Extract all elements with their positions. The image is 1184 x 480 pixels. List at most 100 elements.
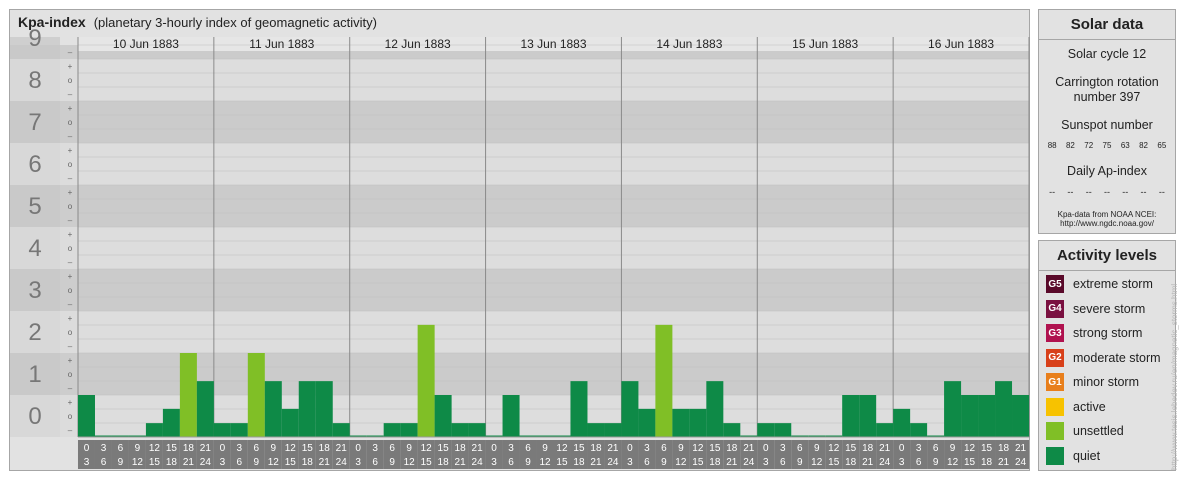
interval-end: 12: [811, 457, 823, 468]
interval-start: 12: [964, 443, 976, 454]
y-tick-label: 4: [28, 235, 41, 262]
interval-start: 12: [556, 443, 568, 454]
sunspot-value: 65: [1157, 141, 1167, 150]
legend-label: moderate storm: [1073, 350, 1161, 365]
third-label: –: [68, 258, 73, 267]
kp-bar: [383, 423, 401, 437]
interval-end: 18: [302, 457, 314, 468]
interval-end: 6: [101, 457, 107, 468]
interval-start: 12: [828, 443, 840, 454]
interval-start: 3: [508, 443, 514, 454]
solar-data-title: Solar data: [1039, 10, 1175, 40]
interval-start: 6: [933, 443, 939, 454]
ap-value: --: [1103, 187, 1110, 197]
interval-end: 12: [539, 457, 551, 468]
interval-start: 12: [692, 443, 704, 454]
interval-start: 3: [237, 443, 243, 454]
third-label: o: [68, 286, 73, 295]
legend-swatch: G3: [1046, 324, 1064, 342]
kp-bar: [145, 423, 163, 437]
interval-end: 24: [336, 457, 348, 468]
interval-start: 21: [200, 443, 212, 454]
kp-bar: [723, 423, 741, 437]
kp-bar: [213, 423, 231, 437]
legend-label: quiet: [1073, 448, 1101, 463]
source-line1: Kpa-data from NOAA NCEI:: [1057, 210, 1157, 219]
third-label: +: [68, 356, 73, 365]
interval-end: 24: [200, 457, 212, 468]
interval-end: 21: [455, 457, 467, 468]
kp-bar: [400, 423, 418, 437]
activity-levels-panel: Activity levels G5 extreme storm G4 severe …: [1038, 240, 1176, 471]
y-tick-label: 3: [28, 277, 41, 304]
ap-values: -- -- -- -- -- -- --: [1039, 187, 1175, 197]
interval-start: 0: [491, 443, 497, 454]
sunspot-value: 72: [1084, 141, 1094, 150]
interval-start: 21: [1015, 443, 1027, 454]
y-tick-label: 7: [28, 109, 41, 136]
interval-start: 6: [525, 443, 531, 454]
third-label: +: [68, 104, 73, 113]
kp-bar: [502, 395, 520, 437]
day-label: 11 Jun 1883: [249, 37, 314, 51]
interval-start: 15: [438, 443, 450, 454]
interval-end: 18: [709, 457, 721, 468]
third-label: o: [68, 370, 73, 379]
kp-bar: [910, 423, 928, 437]
interval-start: 9: [814, 443, 820, 454]
interval-start: 12: [149, 443, 161, 454]
interval-end: 9: [661, 457, 667, 468]
interval-start: 0: [84, 443, 90, 454]
interval-start: 3: [916, 443, 922, 454]
interval-start: 9: [406, 443, 412, 454]
interval-end: 6: [372, 457, 378, 468]
third-label: o: [68, 202, 73, 211]
day-label: 16 Jun 1883: [928, 37, 994, 51]
third-label: o: [68, 160, 73, 169]
third-label: –: [68, 48, 73, 57]
interval-start: 18: [862, 443, 874, 454]
interval-end: 12: [675, 457, 687, 468]
source-link[interactable]: http://www.ngdc.noaa.gov/: [1039, 219, 1175, 228]
interval-end: 15: [421, 457, 433, 468]
legend-item: G4 severe storm: [1046, 299, 1145, 319]
third-label: –: [68, 174, 73, 183]
interval-start: 21: [879, 443, 891, 454]
kp-bar: [655, 324, 673, 437]
kp-bar: [315, 381, 333, 437]
third-label: –: [68, 300, 73, 309]
interval-end: 3: [220, 457, 226, 468]
y-tick-label: 2: [28, 319, 41, 346]
interval-start: 21: [607, 443, 619, 454]
third-label: o: [68, 328, 73, 337]
interval-start: 6: [389, 443, 395, 454]
interval-end: 21: [183, 457, 195, 468]
interval-start: 9: [678, 443, 684, 454]
interval-end: 21: [862, 457, 874, 468]
legend-label: extreme storm: [1073, 277, 1153, 291]
third-label: o: [68, 76, 73, 85]
interval-start: 6: [254, 443, 260, 454]
interval-end: 12: [268, 457, 280, 468]
interval-end: 3: [491, 457, 497, 468]
legend-item: G1 minor storm: [1046, 372, 1139, 392]
interval-end: 18: [438, 457, 450, 468]
legend-item: quiet: [1046, 446, 1100, 466]
third-label: –: [68, 384, 73, 393]
kp-bar: [230, 423, 248, 437]
interval-start: 9: [542, 443, 548, 454]
third-label: –: [68, 342, 73, 351]
y-tick-label: 1: [28, 361, 41, 388]
legend-label: unsettled: [1073, 424, 1124, 438]
kp-index-panel: Kpa-index (planetary 3-hourly index of ge…: [9, 9, 1030, 471]
activity-levels-title: Activity levels: [1039, 241, 1175, 271]
y-tick-label: 0: [28, 403, 41, 430]
sunspot-value: 82: [1065, 141, 1075, 150]
interval-start: 18: [319, 443, 331, 454]
interval-end: 18: [981, 457, 993, 468]
solar-data-panel: Solar data Solar cycle 12 Carrington rot…: [1038, 9, 1176, 234]
kp-bar: [417, 324, 435, 437]
sunspot-value: 63: [1120, 141, 1130, 150]
kp-bar: [332, 423, 350, 437]
legend-label: severe storm: [1073, 301, 1146, 316]
